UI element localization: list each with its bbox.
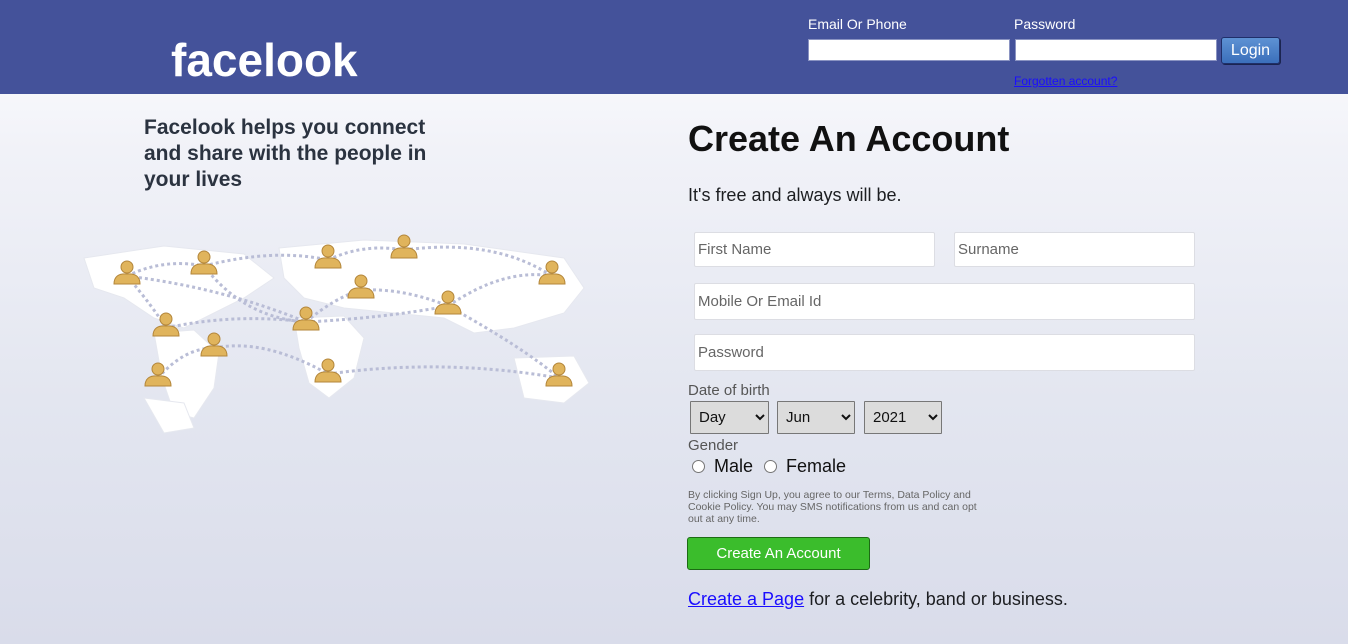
dob-year-select[interactable]: 2021 [864,401,942,434]
female-label[interactable]: Female [786,456,846,477]
create-account-heading: Create An Account [688,118,1010,159]
create-page-text: for a celebrity, band or business. [804,589,1068,609]
top-bar: facelook Email Or Phone Password Login F… [0,0,1348,94]
tagline: Facelook helps you connect and share wit… [144,116,427,191]
female-radio[interactable] [764,460,778,473]
email-label: Email Or Phone [808,16,907,32]
login-password-input[interactable] [1015,39,1217,61]
dob-day-select[interactable]: Day [690,401,769,434]
login-button[interactable]: Login [1221,37,1280,64]
surname-input[interactable] [954,232,1195,267]
forgotten-account-link[interactable]: Forgotten account? [1014,74,1117,88]
dob-month-select[interactable]: Jun [777,401,855,434]
create-account-button[interactable]: Create An Account [687,537,870,570]
signup-subtitle: It's free and always will be. [688,185,902,205]
male-radio[interactable] [692,460,705,473]
date-of-birth-label: Date of birth [688,382,770,399]
site-logo[interactable]: facelook [171,34,358,86]
create-page-link[interactable]: Create a Page [688,589,804,609]
male-label[interactable]: Male [714,456,753,477]
world-map-people-network-icon [83,234,590,434]
signup-password-input[interactable] [694,334,1195,371]
create-page-line: Create a Page for a celebrity, band or b… [688,589,1068,610]
first-name-input[interactable] [694,232,935,267]
terms-notice: By clicking Sign Up, you agree to our Te… [688,489,977,525]
mobile-or-email-input[interactable] [694,283,1195,320]
gender-options: Male Female [692,456,846,477]
password-label: Password [1014,16,1076,32]
login-email-input[interactable] [808,39,1010,61]
gender-label: Gender [688,437,739,454]
